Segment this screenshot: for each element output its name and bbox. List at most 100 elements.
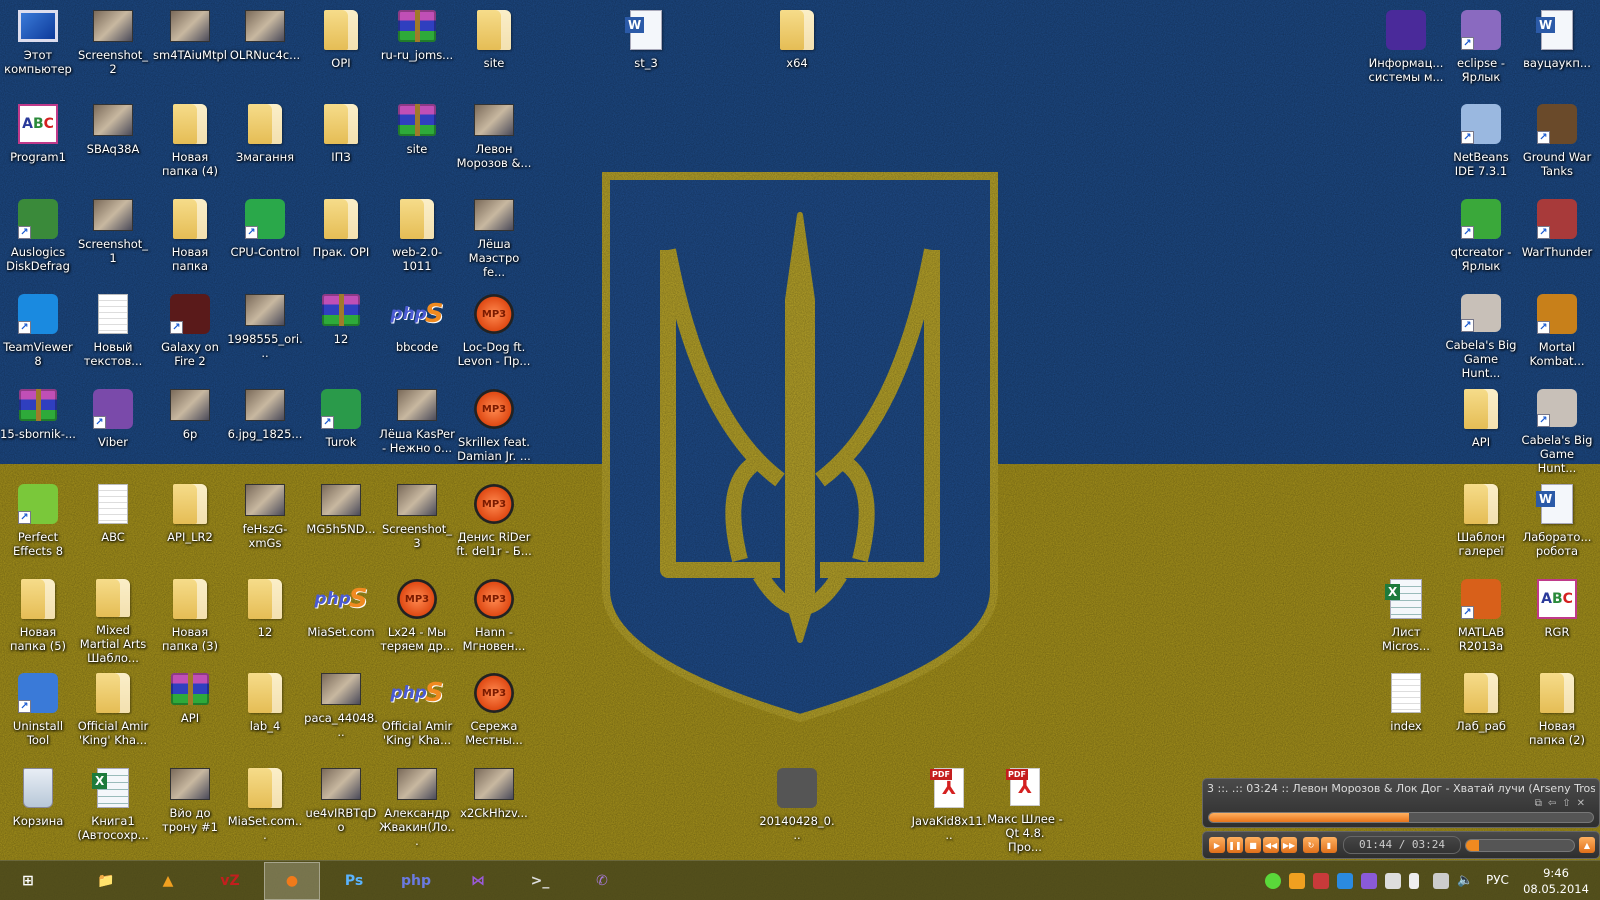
shuffle-button[interactable]: ↻ bbox=[1303, 837, 1319, 853]
taskbar-phpstorm[interactable]: php bbox=[388, 862, 444, 900]
desktop-icon[interactable]: feHszG-xmGs bbox=[227, 478, 303, 570]
desktop-icon[interactable]: Левон Морозов &... bbox=[456, 98, 532, 190]
tray-snowflake-icon[interactable] bbox=[1337, 873, 1353, 889]
taskbar-visual-studio[interactable]: ⋈ bbox=[450, 862, 506, 900]
desktop-icon[interactable]: ↗ eclipse - Ярлык bbox=[1443, 4, 1519, 96]
tray-network-x-icon[interactable] bbox=[1313, 873, 1329, 889]
desktop-icon[interactable]: Корзина bbox=[0, 762, 76, 854]
desktop-icon[interactable]: Лаборато... робота bbox=[1519, 478, 1595, 570]
desktop-icon[interactable]: ↗ Ground War Tanks bbox=[1519, 98, 1595, 190]
equalizer-button[interactable]: ▮ bbox=[1321, 837, 1337, 853]
desktop-icon[interactable]: 20140428_0... bbox=[759, 762, 835, 854]
desktop-icon[interactable]: Новый текстов... bbox=[75, 288, 151, 380]
desktop-icon[interactable]: вауцаукп... bbox=[1519, 4, 1595, 96]
player-seek-bar[interactable] bbox=[1208, 812, 1594, 823]
desktop-icon[interactable]: API bbox=[152, 667, 228, 759]
desktop-icon[interactable]: ue4vIRBTqDo bbox=[303, 762, 379, 854]
desktop-icon[interactable]: lab_4 bbox=[227, 667, 303, 759]
desktop-icon[interactable]: 15-sbornik-... bbox=[0, 383, 76, 475]
player-window-buttons[interactable]: ⧉⇦⇧✕ bbox=[1535, 798, 1591, 809]
desktop-icon[interactable]: ↗ NetBeans IDE 7.3.1 bbox=[1443, 98, 1519, 190]
desktop-icon[interactable]: ↗ WarThunder bbox=[1519, 193, 1595, 285]
desktop-icon[interactable]: paca_44048... bbox=[303, 667, 379, 759]
desktop-icon[interactable]: ru-ru_joms... bbox=[379, 4, 455, 96]
stop-button[interactable]: ■ bbox=[1245, 837, 1261, 853]
desktop-icon[interactable]: Новая папка (4) bbox=[152, 98, 228, 190]
desktop-icon[interactable]: Книга1 (Автосохр... bbox=[75, 762, 151, 854]
desktop-icon[interactable]: MP3 Lx24 - Мы теряем др... bbox=[379, 573, 455, 665]
desktop-icon[interactable]: php bbcode bbox=[379, 288, 455, 380]
taskbar-file-explorer[interactable]: 📁 bbox=[78, 862, 134, 900]
desktop-icon[interactable]: MG5h5ND... bbox=[303, 478, 379, 570]
taskbar-aimp[interactable]: ▲ bbox=[140, 862, 196, 900]
desktop-icon[interactable]: Змагання bbox=[227, 98, 303, 190]
taskbar-firefox[interactable]: ● bbox=[264, 862, 320, 900]
desktop-icon[interactable]: Screenshot_2 bbox=[75, 4, 151, 96]
desktop-icon[interactable]: A B C RGR bbox=[1519, 573, 1595, 665]
desktop-icon[interactable]: API_LR2 bbox=[152, 478, 228, 570]
desktop-icon[interactable]: ↗ Galaxy on Fire 2 bbox=[152, 288, 228, 380]
desktop-icon[interactable]: ↗ Turok bbox=[303, 383, 379, 475]
next-button[interactable]: ▶▶ bbox=[1281, 837, 1297, 853]
battery-icon[interactable] bbox=[1409, 873, 1419, 889]
desktop-icon[interactable]: MP3 Skrillex feat. Damian Jr. ... bbox=[456, 383, 532, 475]
tray-feather-icon[interactable] bbox=[1361, 873, 1377, 889]
desktop-icon[interactable]: Вйо до трону #1 bbox=[152, 762, 228, 854]
desktop-icon[interactable]: A B C Program1 bbox=[0, 98, 76, 190]
desktop-icon[interactable]: Лёша KasPer - Нежно о... bbox=[379, 383, 455, 475]
desktop-icon[interactable]: st_3 bbox=[608, 4, 684, 96]
desktop-icon[interactable]: Mixed Martial Arts Шабло... bbox=[75, 573, 151, 665]
desktop-icon[interactable]: Новая папка (2) bbox=[1519, 667, 1595, 759]
desktop-icon[interactable]: ↗ CPU-Control bbox=[227, 193, 303, 285]
pause-button[interactable]: ❚❚ bbox=[1227, 837, 1243, 853]
desktop-icon[interactable]: ІПЗ bbox=[303, 98, 379, 190]
desktop-icon[interactable]: Лист Micros... bbox=[1368, 573, 1444, 665]
desktop-icon[interactable]: 1998555_ori... bbox=[227, 288, 303, 380]
desktop-icon[interactable]: ⅄ JavaKid8x11... bbox=[911, 762, 987, 854]
desktop-icon[interactable]: ↗ qtcreator - Ярлык bbox=[1443, 193, 1519, 285]
desktop-icon[interactable]: Official Amir 'King' Kha... bbox=[75, 667, 151, 759]
desktop-icon[interactable]: ↗ Auslogics DiskDefrag bbox=[0, 193, 76, 285]
desktop-icon[interactable]: 12 bbox=[227, 573, 303, 665]
desktop-icon[interactable]: ↗ Viber bbox=[75, 383, 151, 475]
tray-clover-icon[interactable] bbox=[1265, 873, 1281, 889]
desktop-icon[interactable]: Screenshot_1 bbox=[75, 193, 151, 285]
desktop-icon[interactable]: php MiaSet.com bbox=[303, 573, 379, 665]
desktop-icon[interactable]: x64 bbox=[759, 4, 835, 96]
taskbar-viber[interactable]: ✆ bbox=[574, 862, 630, 900]
desktop-icon[interactable]: 6p bbox=[152, 383, 228, 475]
network-icon[interactable] bbox=[1433, 873, 1449, 889]
desktop-icon[interactable]: ↗ Mortal Kombat... bbox=[1519, 288, 1595, 380]
desktop-icon[interactable]: site bbox=[456, 4, 532, 96]
desktop-icon[interactable]: Прак. OPI bbox=[303, 193, 379, 285]
desktop-icon[interactable]: ⅄ Макс Шлее - Qt 4.8. Про... bbox=[987, 762, 1063, 854]
desktop-icon[interactable]: Новая папка bbox=[152, 193, 228, 285]
taskbar-photoshop[interactable]: Ps bbox=[326, 862, 382, 900]
desktop-icon[interactable]: Шаблон галереї bbox=[1443, 478, 1519, 570]
desktop-icon[interactable]: sm4TAiuMtpl bbox=[152, 4, 228, 96]
desktop-icon[interactable]: ↗ TeamViewer 8 bbox=[0, 288, 76, 380]
desktop-icon[interactable]: OLRNuc4c... bbox=[227, 4, 303, 96]
desktop-icon[interactable]: 12 bbox=[303, 288, 379, 380]
desktop-icon[interactable]: MP3 Hann - Мгновен... bbox=[456, 573, 532, 665]
aimp-mini-player[interactable]: 3 ::. .:: 03:24 :: Левон Морозов & Лок Д… bbox=[1202, 778, 1600, 862]
desktop-icon[interactable]: SBAq38A bbox=[75, 98, 151, 190]
desktop-icon[interactable]: 6.jpg_1825... bbox=[227, 383, 303, 475]
desktop-icon[interactable]: MP3 Денис RiDer ft. del1r - Б... bbox=[456, 478, 532, 570]
volume-slider[interactable] bbox=[1465, 839, 1575, 852]
desktop-icon[interactable]: API bbox=[1443, 383, 1519, 475]
desktop-icon[interactable]: Этот компьютер bbox=[0, 4, 76, 96]
desktop-icon[interactable]: php Official Amir 'King' Kha... bbox=[379, 667, 455, 759]
desktop-icon[interactable]: MP3 Сережа Местны... bbox=[456, 667, 532, 759]
desktop-icon[interactable]: ABC bbox=[75, 478, 151, 570]
desktop-icon[interactable]: index bbox=[1368, 667, 1444, 759]
desktop-icon[interactable]: ↗ Perfect Effects 8 bbox=[0, 478, 76, 570]
desktop-icon[interactable]: site bbox=[379, 98, 455, 190]
expand-button[interactable]: ▲ bbox=[1579, 837, 1595, 853]
desktop-icon[interactable]: Лёша Маэстро fe... bbox=[456, 193, 532, 285]
desktop-icon[interactable]: MP3 Loc-Dog ft. Levon - Пр... bbox=[456, 288, 532, 380]
desktop-icon[interactable]: ↗ Cabela's Big Game Hunt... bbox=[1443, 288, 1519, 380]
action-center-flag-icon[interactable] bbox=[1385, 873, 1401, 889]
desktop-icon[interactable]: Информац... системы м... bbox=[1368, 4, 1444, 96]
desktop-icon[interactable]: Лаб_раб bbox=[1443, 667, 1519, 759]
